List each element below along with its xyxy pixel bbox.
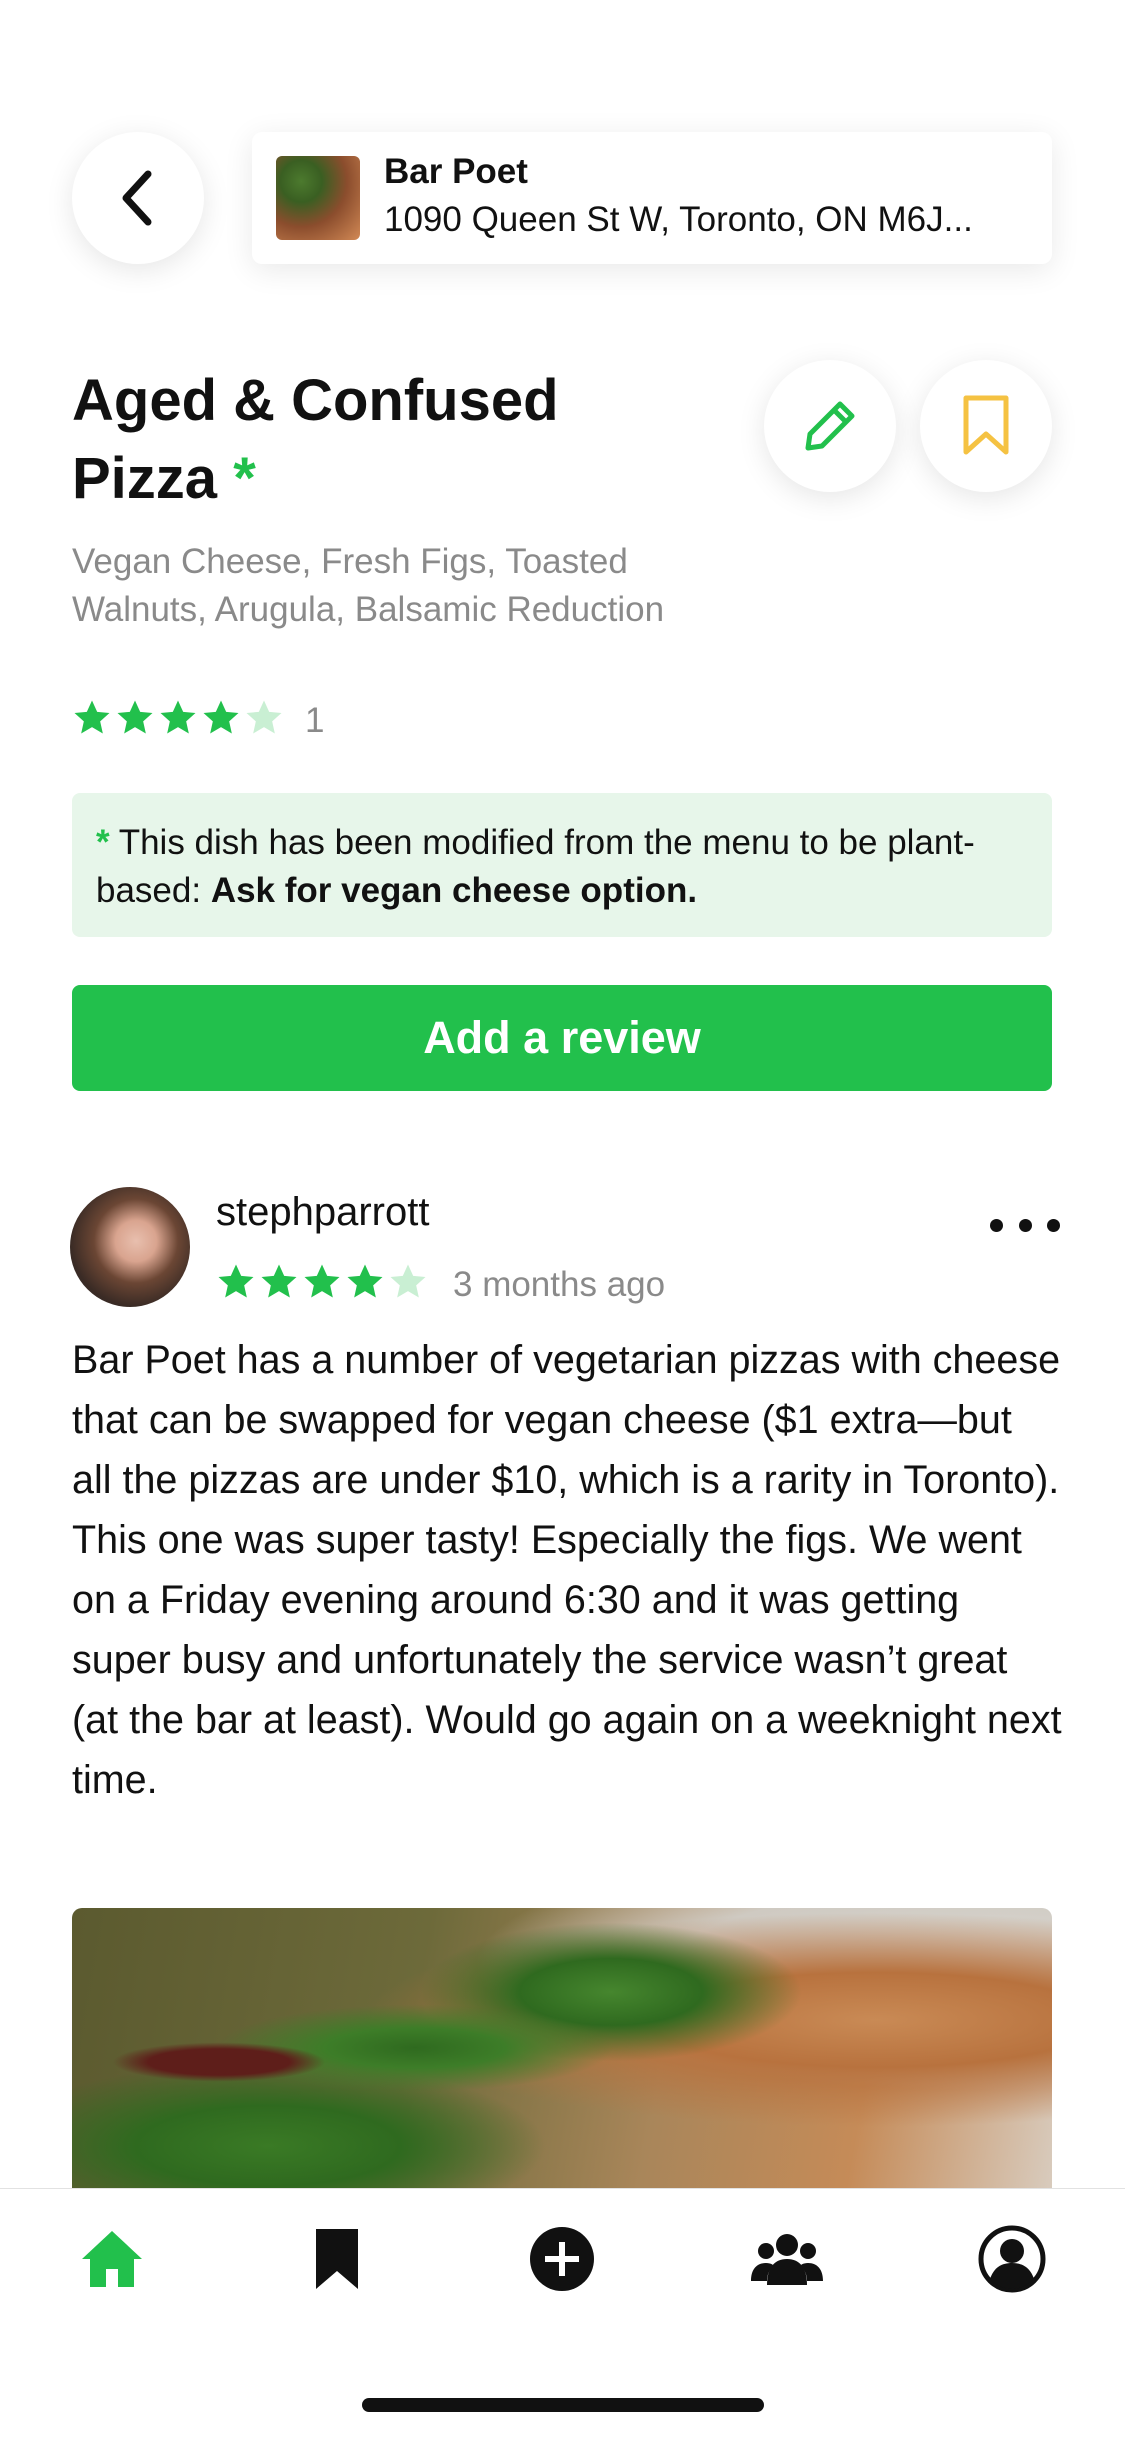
modification-notice: * This dish has been modified from the m… bbox=[72, 793, 1052, 937]
avatar[interactable] bbox=[70, 1187, 190, 1307]
review-username[interactable]: stephparrott bbox=[216, 1190, 429, 1235]
modified-marker: * bbox=[233, 446, 256, 511]
star-filled-icon bbox=[347, 1264, 383, 1298]
edit-button[interactable] bbox=[764, 360, 896, 492]
bookmark-button[interactable] bbox=[920, 360, 1052, 492]
add-review-button[interactable]: Add a review bbox=[72, 985, 1052, 1091]
dish-rating-stars bbox=[72, 698, 287, 743]
add-circle-icon bbox=[530, 2227, 594, 2291]
star-filled-icon bbox=[203, 700, 239, 734]
dish-title-text: Aged & Confused Pizza bbox=[72, 368, 559, 511]
restaurant-thumbnail bbox=[276, 156, 360, 240]
dish-rating: 1 bbox=[72, 698, 324, 743]
more-horizontal-icon bbox=[1047, 1218, 1060, 1232]
rating-count: 1 bbox=[305, 700, 325, 740]
star-empty-icon bbox=[390, 1264, 426, 1298]
more-horizontal-icon bbox=[990, 1218, 1003, 1232]
review-photo[interactable] bbox=[72, 1908, 1052, 2188]
restaurant-name: Bar Poet bbox=[384, 152, 528, 191]
star-filled-icon bbox=[74, 700, 110, 734]
review-text: Bar Poet has a number of vegetarian pizz… bbox=[72, 1338, 1062, 1802]
people-icon bbox=[751, 2234, 823, 2285]
star-empty-icon bbox=[246, 700, 282, 734]
star-filled-icon bbox=[218, 1264, 254, 1298]
home-icon bbox=[82, 2231, 142, 2287]
star-filled-icon bbox=[160, 700, 196, 734]
notice-text: * This dish has been modified from the m… bbox=[96, 819, 1036, 915]
review-rating-stars bbox=[216, 1262, 431, 1307]
tab-add[interactable] bbox=[522, 2219, 602, 2299]
tab-home[interactable] bbox=[72, 2219, 152, 2299]
back-button[interactable] bbox=[72, 132, 204, 264]
more-options-button[interactable] bbox=[990, 1205, 1060, 1245]
notice-marker: * bbox=[96, 823, 110, 862]
notice-bold: Ask for vegan cheese option. bbox=[210, 871, 698, 910]
home-indicator bbox=[362, 2398, 764, 2412]
bookmark-icon bbox=[316, 2229, 358, 2289]
chevron-left-icon bbox=[122, 170, 152, 226]
restaurant-card[interactable]: Bar Poet 1090 Queen St W, Toronto, ON M6… bbox=[252, 132, 1052, 264]
dish-title: Aged & Confused Pizza * bbox=[72, 362, 692, 518]
restaurant-address: 1090 Queen St W, Toronto, ON M6J... bbox=[384, 200, 973, 239]
dish-description: Vegan Cheese, Fresh Figs, Toasted Walnut… bbox=[72, 542, 665, 629]
bookmark-outline-icon bbox=[963, 395, 1009, 455]
review-time: 3 months ago bbox=[453, 1264, 666, 1304]
tab-saved[interactable] bbox=[297, 2219, 377, 2299]
more-horizontal-icon bbox=[1018, 1218, 1032, 1232]
review-rating: 3 months ago bbox=[216, 1262, 665, 1307]
star-filled-icon bbox=[117, 700, 153, 734]
tab-profile[interactable] bbox=[972, 2219, 1052, 2299]
pencil-icon bbox=[805, 401, 855, 451]
star-filled-icon bbox=[261, 1264, 297, 1298]
star-filled-icon bbox=[304, 1264, 340, 1298]
profile-icon bbox=[978, 2225, 1046, 2293]
tab-community[interactable] bbox=[747, 2219, 827, 2299]
